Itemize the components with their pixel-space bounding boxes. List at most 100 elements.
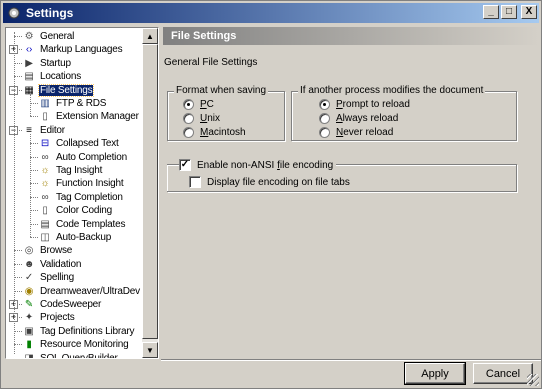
tree-item[interactable]: ⚙ General	[22, 30, 75, 43]
apply-button[interactable]: Apply	[404, 362, 466, 385]
tree-item[interactable]: ◉ Dreamweaver/UltraDev	[22, 285, 141, 298]
radio-button[interactable]	[319, 113, 330, 124]
enable-non-ansi-checkbox[interactable]: ✓	[179, 159, 191, 171]
maximize-button[interactable]: □	[501, 5, 517, 19]
radio-option[interactable]: Never reload	[319, 127, 393, 138]
enable-non-ansi-label: Enable non-ANSI file encoding	[197, 159, 334, 171]
tree-item-label: Markup Languages	[40, 44, 123, 56]
bottom-separator	[161, 359, 541, 361]
title-bar[interactable]: Settings _ □ X	[3, 3, 539, 23]
tree-connector	[30, 170, 38, 171]
tree-item[interactable]: ✦ Projects	[22, 311, 76, 324]
tree-item[interactable]: ☼ Function Insight	[38, 177, 124, 190]
radio-option[interactable]: Always reload	[319, 113, 398, 124]
tree-connector	[14, 290, 22, 292]
tree-item-label: Tag Definitions Library	[40, 325, 135, 337]
projects-icon: ✦	[24, 312, 34, 324]
tree-connector	[14, 263, 22, 265]
tree-item[interactable]: ∞ Auto Completion	[38, 151, 128, 164]
tree-item[interactable]: ▮ Resource Monitoring	[22, 338, 129, 351]
bulb-icon: ☼	[40, 165, 50, 176]
radio-button[interactable]	[319, 99, 330, 110]
tree-item[interactable]: ≡ Editor	[22, 124, 66, 137]
tree-item-label: Resource Monitoring	[40, 339, 129, 351]
tree-item[interactable]: ▤ Code Templates	[38, 218, 126, 231]
file-settings-icon: ▦	[24, 84, 34, 96]
tree-item[interactable]: ◨SQL QueryBuilder	[22, 352, 119, 358]
tree-item-label: CodeSweeper	[40, 299, 102, 310]
tree-item[interactable]: ‹› Markup Languages	[22, 43, 123, 56]
close-button[interactable]: X	[521, 5, 537, 19]
tree-item-label: Tag Completion	[56, 191, 123, 203]
display-encoding-checkbox[interactable]	[189, 176, 201, 188]
tree-item[interactable]: ▤ Locations	[22, 70, 82, 83]
tree-item-label: Extension Manager	[56, 111, 139, 123]
tree-item[interactable]: ▶ Startup	[22, 57, 72, 70]
tree-item[interactable]: ☻ Validation	[22, 258, 82, 271]
tree-item[interactable]: ▦ File Settings	[22, 83, 95, 97]
display-encoding-label: Display file encoding on file tabs	[207, 176, 350, 188]
tree-item-label: Function Insight	[56, 178, 124, 190]
template-icon: ▤	[40, 218, 50, 230]
radio-button[interactable]	[183, 113, 194, 124]
tree-connector	[14, 344, 22, 346]
tree-connector	[30, 210, 38, 212]
enable-non-ansi-row[interactable]: ✓ Enable non-ANSI file encoding	[179, 159, 337, 171]
radio-option[interactable]: Prompt to reload	[319, 99, 410, 110]
tree-item[interactable]: ▯ Color Coding	[38, 204, 113, 217]
section-title: General File Settings	[164, 57, 258, 68]
tree-item-label: Browse	[40, 245, 73, 257]
tree-connector	[14, 76, 22, 78]
scroll-up-button[interactable]: ▲	[142, 28, 158, 44]
tree-item[interactable]: ⊟ Collapsed Text	[38, 137, 120, 150]
modified-group-label: If another process modifies the document	[298, 85, 486, 96]
tree-item-label: Collapsed Text	[56, 138, 119, 150]
resize-grip[interactable]	[527, 374, 539, 386]
tree-item[interactable]: ✎ CodeSweeper	[22, 298, 102, 311]
radio-button[interactable]	[183, 99, 194, 110]
scroll-down-button[interactable]: ▼	[142, 342, 158, 358]
tree-connector	[30, 223, 38, 225]
tree-item-label: Auto-Backup	[56, 232, 112, 243]
tree-connector	[14, 62, 22, 64]
tree-connector	[30, 116, 38, 118]
radio-option[interactable]: Macintosh	[183, 127, 246, 138]
radio-button[interactable]	[183, 127, 194, 138]
tree-connector	[30, 196, 38, 198]
tree-item-label: Editor	[40, 124, 65, 136]
tree-item-label: Color Coding	[56, 205, 112, 217]
tree-item[interactable]: ✓ Spelling	[22, 271, 75, 284]
tree-connector	[30, 156, 38, 158]
settings-window: Settings _ □ X ⚙ General ‹› Markup Language…	[0, 0, 542, 389]
page-icon: ▯	[42, 111, 48, 123]
tree-item-label: Tag Insight	[56, 165, 103, 176]
dreamweaver-icon: ◉	[24, 285, 34, 297]
tree-item-label: General	[40, 31, 75, 42]
minimize-button[interactable]: _	[483, 5, 499, 19]
settings-tree[interactable]: ⚙ General ‹› Markup Languages + ▶ Startup ▤ Loca…	[5, 27, 159, 359]
scroll-thumb[interactable]	[142, 44, 158, 339]
server-icon: ▥	[40, 98, 50, 109]
glasses-icon: ∞	[41, 191, 49, 203]
radio-label: Prompt to reload	[336, 99, 410, 110]
tree-items-container: ⚙ General ‹› Markup Languages + ▶ Startup ▤ Loca…	[6, 28, 144, 358]
tree-item[interactable]: ∞ Tag Completion	[38, 191, 124, 204]
spelling-icon: ✓	[24, 272, 34, 284]
tree-item-label: Spelling	[40, 272, 74, 284]
radio-button[interactable]	[319, 127, 330, 138]
radio-label: PC	[200, 99, 214, 110]
sql-icon: ◨	[22, 352, 36, 358]
tree-item[interactable]: ◫ Auto-Backup	[38, 231, 112, 244]
radio-option[interactable]: PC	[183, 99, 214, 110]
display-encoding-row[interactable]: Display file encoding on file tabs	[189, 176, 350, 188]
tree-item[interactable]: ☼ Tag Insight	[38, 164, 103, 177]
tree-item[interactable]: ▣ Tag Definitions Library	[22, 325, 135, 338]
cancel-button[interactable]: Cancel	[473, 363, 533, 384]
tree-item[interactable]: ◎ Browse	[22, 244, 73, 257]
tree-item-label: Auto Completion	[56, 151, 127, 163]
tree-vertical-scrollbar[interactable]: ▲ ▼	[142, 28, 158, 358]
tree-item-label: Projects	[40, 312, 75, 324]
tree-item[interactable]: ▯ Extension Manager	[38, 110, 140, 123]
radio-option[interactable]: Unix	[183, 113, 220, 124]
tree-item[interactable]: ▥ FTP & RDS	[38, 97, 107, 110]
